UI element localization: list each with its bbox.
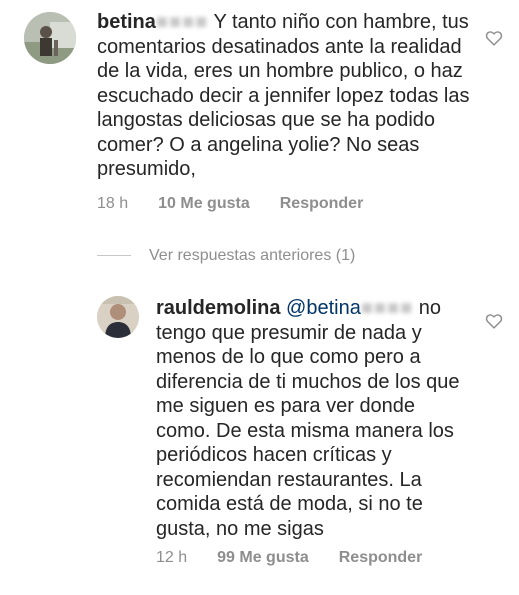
comment-meta: 18 h 10 Me gusta Responder (97, 195, 363, 213)
avatar[interactable] (24, 12, 76, 64)
likes-count[interactable]: 10 Me gusta (158, 195, 250, 212)
avatar-image (24, 12, 76, 64)
reply-time: 12 h (156, 549, 188, 566)
reply-button[interactable]: Responder (280, 195, 364, 212)
reply-meta: 12 h 99 Me gusta Responder (156, 549, 422, 567)
reply-button[interactable]: Responder (339, 549, 423, 566)
redacted-mention: ■■■■ (360, 297, 414, 319)
reply-body: no tengo que presumir de nada y menos de… (156, 297, 460, 540)
avatar[interactable] (97, 296, 139, 338)
likes-count[interactable]: 99 Me gusta (217, 549, 309, 566)
reply-text: rauldemolina @betina■■■■ no tengo que pr… (156, 296, 474, 541)
view-replies-label: Ver respuestas anteriores (1) (149, 247, 356, 264)
reply-username[interactable]: rauldemolina (156, 297, 280, 319)
divider-line (97, 255, 131, 257)
avatar-image (97, 296, 139, 338)
mention-link[interactable]: @betina (286, 297, 361, 319)
comment-text: betina■■■■ Y tanto niño con hambre, tus … (97, 10, 487, 182)
heart-outline-icon[interactable] (485, 313, 503, 329)
comment-body: Y tanto niño con hambre, tus comentarios… (97, 11, 470, 180)
heart-outline-icon[interactable] (485, 30, 503, 46)
view-previous-replies[interactable]: Ver respuestas anteriores (1) (97, 247, 355, 265)
redacted-username: ■■■■ (155, 11, 209, 33)
comment-username[interactable]: betina (97, 11, 156, 33)
comment-time: 18 h (97, 195, 129, 212)
